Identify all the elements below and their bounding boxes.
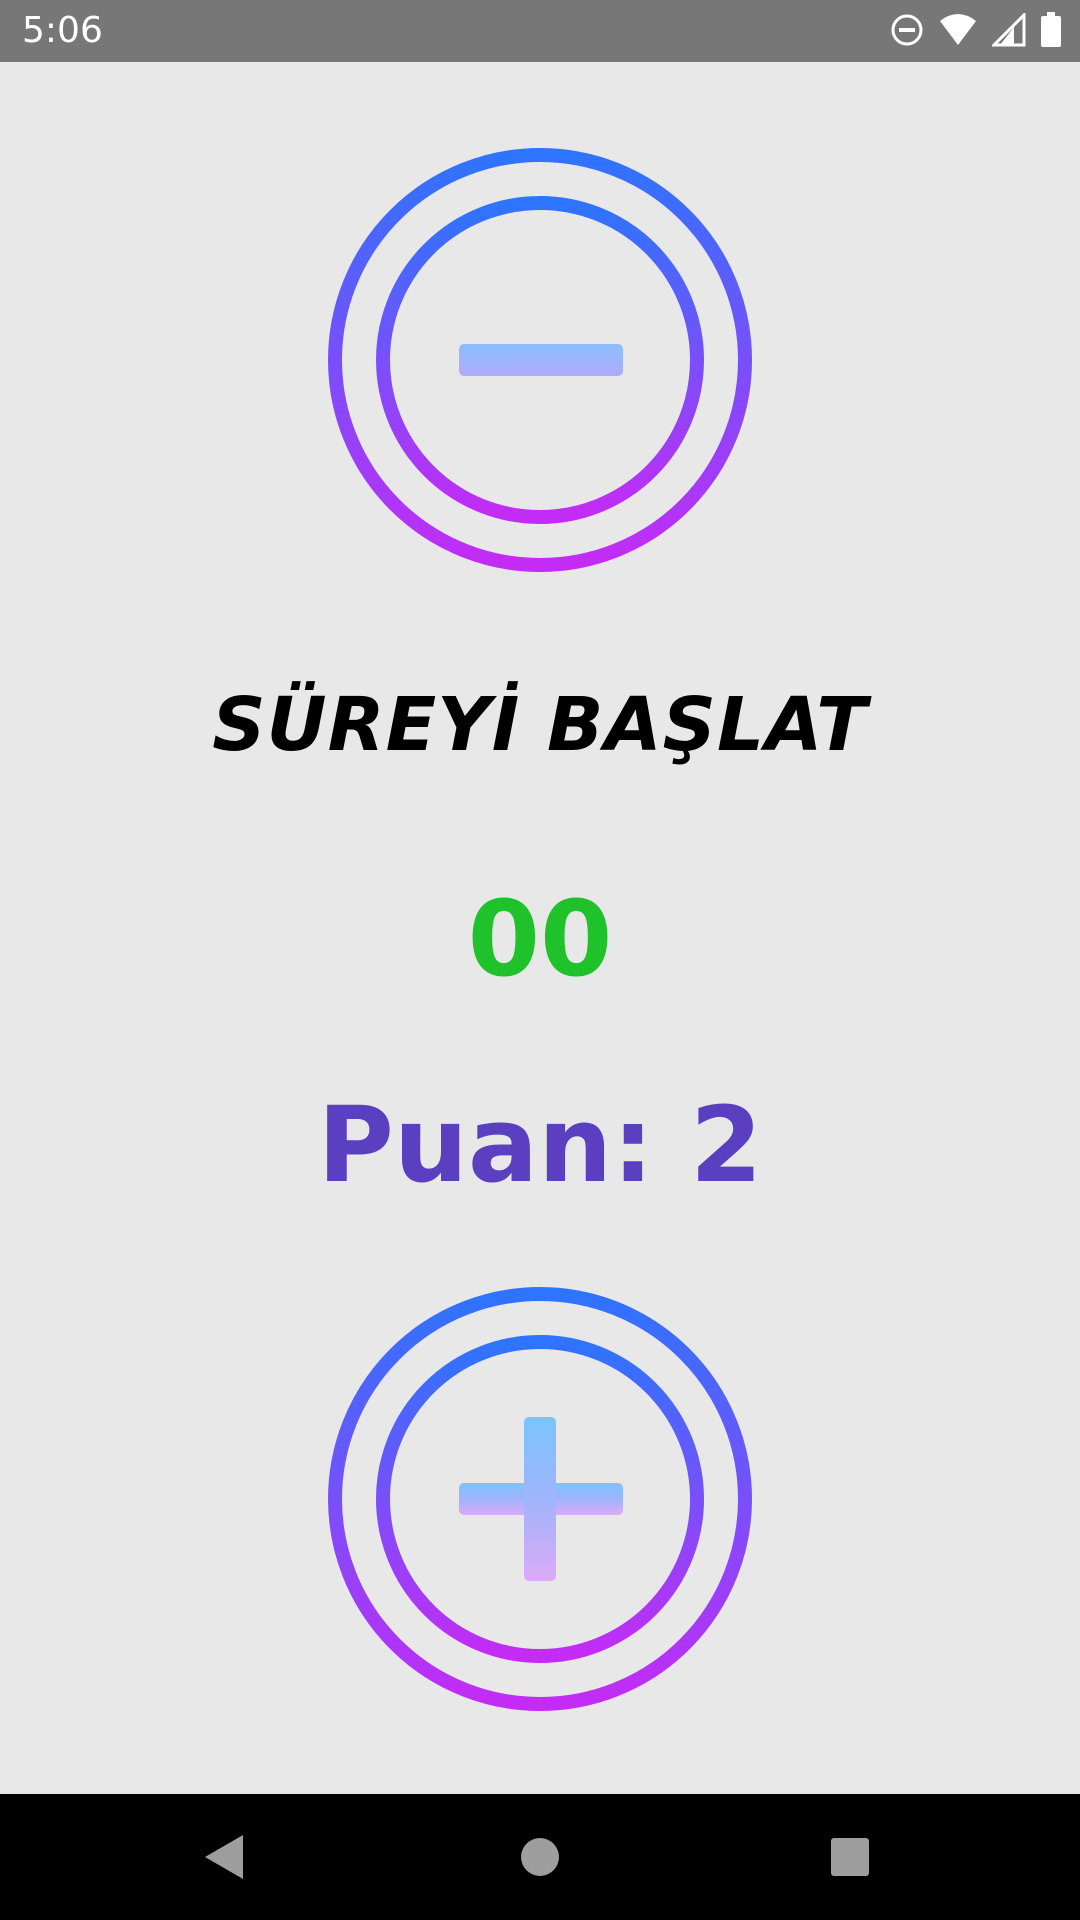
recents-icon	[831, 1838, 869, 1876]
decrement-button[interactable]	[326, 146, 754, 574]
do-not-disturb-icon	[890, 13, 924, 51]
app-content: SÜREYİ BAŞLAT 00 Puan: 2	[0, 62, 1080, 1794]
back-button[interactable]	[195, 1827, 255, 1887]
countdown-value: 00	[467, 878, 613, 1000]
back-icon	[205, 1835, 243, 1879]
recents-button[interactable]	[820, 1827, 880, 1887]
status-bar: 5:06	[0, 0, 1080, 62]
home-icon	[521, 1838, 559, 1876]
cell-signal-icon	[990, 11, 1026, 51]
battery-icon	[1040, 12, 1062, 52]
minus-circle-icon	[328, 148, 752, 572]
start-timer-button[interactable]: SÜREYİ BAŞLAT	[0, 682, 1080, 768]
score-text: Puan: 2	[317, 1084, 763, 1206]
increment-button[interactable]	[326, 1285, 754, 1713]
wifi-icon	[938, 13, 978, 51]
plus-circle-icon	[328, 1287, 752, 1711]
status-time: 5:06	[22, 10, 103, 51]
status-icons	[890, 11, 1062, 52]
navigation-bar	[0, 1794, 1080, 1920]
home-button[interactable]	[510, 1827, 570, 1887]
